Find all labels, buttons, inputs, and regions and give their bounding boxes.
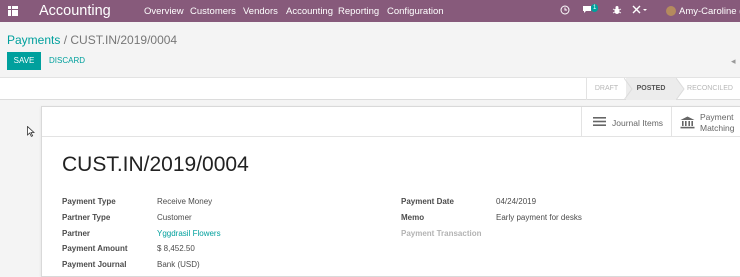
top-navbar: Accounting Overview Customers Vendors Ac… xyxy=(0,0,740,22)
button-box: Journal Items Payment Matching xyxy=(42,107,740,137)
status-bar: DRAFT POSTED RECONCILED xyxy=(0,77,740,100)
menu-reporting[interactable]: Reporting xyxy=(338,6,379,17)
payment-transaction-label: Payment Transaction xyxy=(401,229,482,238)
breadcrumb-separator: / xyxy=(60,33,71,47)
payment-amount-value: $ 8,452.50 xyxy=(157,244,195,253)
payment-journal-label: Payment Journal xyxy=(62,260,127,269)
debug-tools-icon[interactable] xyxy=(632,5,648,17)
pager-next-icon[interactable]: ◂ xyxy=(731,56,736,67)
breadcrumb-payments-link[interactable]: Payments xyxy=(7,33,60,47)
journal-items-label: Journal Items xyxy=(612,118,664,128)
bug-icon[interactable] xyxy=(612,5,622,17)
partner-type-value: Customer xyxy=(157,213,192,222)
menu-accounting[interactable]: Accounting xyxy=(286,6,333,17)
form-sheet: Journal Items Payment Matching CUST.IN/2… xyxy=(41,106,740,277)
menu-vendors[interactable]: Vendors xyxy=(243,6,278,17)
payment-amount-label: Payment Amount xyxy=(62,244,128,253)
stage-divider-icon xyxy=(624,78,633,100)
bank-icon xyxy=(680,116,695,131)
record-title: CUST.IN/2019/0004 xyxy=(62,153,249,176)
stage-reconciled[interactable]: RECONCILED xyxy=(680,78,740,100)
activity-clock-icon[interactable] xyxy=(560,5,570,17)
payment-date-label: Payment Date xyxy=(401,197,454,206)
user-avatar[interactable] xyxy=(666,6,676,16)
apps-menu-icon[interactable] xyxy=(8,6,19,17)
payment-date-value: 04/24/2019 xyxy=(496,197,537,206)
list-icon xyxy=(593,116,606,129)
breadcrumb: Payments / CUST.IN/2019/0004 xyxy=(7,33,177,47)
save-button[interactable]: SAVE xyxy=(7,52,41,70)
journal-items-button[interactable]: Journal Items xyxy=(581,107,671,137)
breadcrumb-current: CUST.IN/2019/0004 xyxy=(70,33,178,47)
partner-type-label: Partner Type xyxy=(62,213,111,222)
memo-value: Early payment for desks xyxy=(496,213,582,222)
payment-matching-label-line1: Payment xyxy=(700,112,734,122)
payment-journal-value: Bank (USD) xyxy=(157,260,200,269)
app-title[interactable]: Accounting xyxy=(39,3,111,19)
menu-configuration[interactable]: Configuration xyxy=(387,6,444,17)
partner-label: Partner xyxy=(62,229,91,238)
payment-type-label: Payment Type xyxy=(62,197,116,206)
payment-type-value: Receive Money xyxy=(157,197,213,206)
user-menu[interactable]: Amy-Caroline (st xyxy=(679,6,740,17)
partner-link[interactable]: Yggdrasil Flowers xyxy=(157,229,221,238)
payment-matching-button[interactable]: Payment Matching xyxy=(671,107,740,137)
stage-draft[interactable]: DRAFT xyxy=(586,78,626,100)
memo-label: Memo xyxy=(401,213,425,222)
menu-customers[interactable]: Customers xyxy=(190,6,236,17)
mouse-cursor-icon xyxy=(27,126,35,137)
message-count-badge: 1 xyxy=(591,4,599,12)
payment-matching-label-line2: Matching xyxy=(700,123,735,133)
menu-overview[interactable]: Overview xyxy=(144,6,184,17)
discard-button[interactable]: DISCARD xyxy=(49,56,85,65)
